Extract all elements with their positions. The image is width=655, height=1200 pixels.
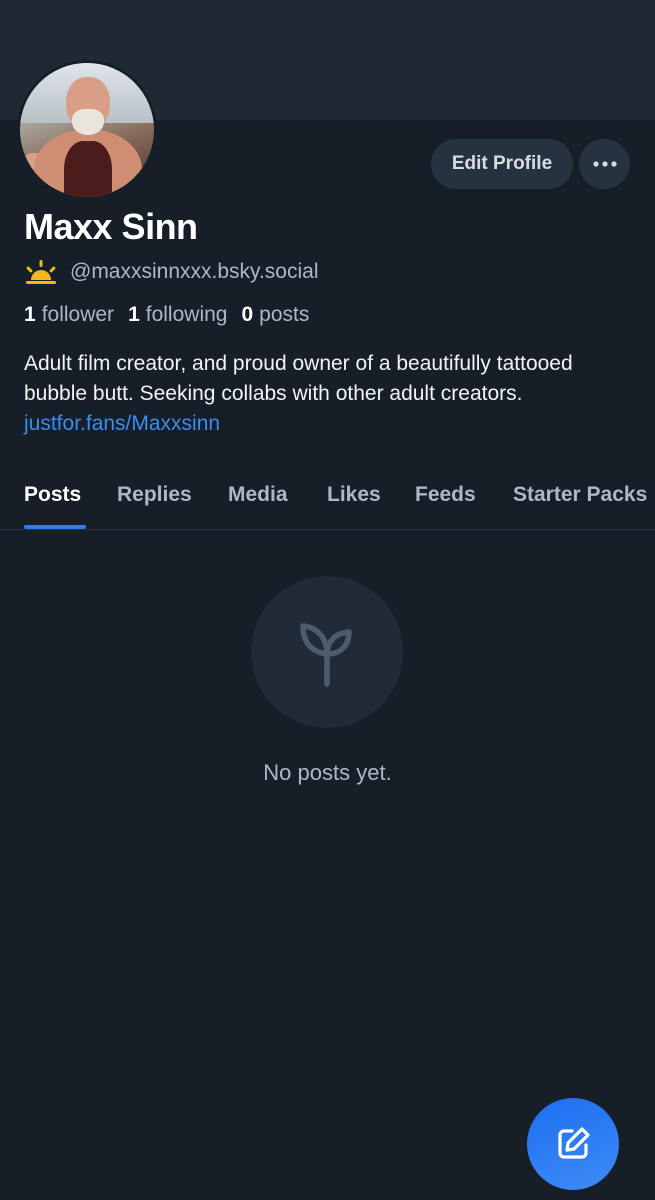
active-tab-indicator (24, 525, 86, 529)
tab-posts[interactable]: Posts (24, 483, 81, 507)
avatar[interactable] (17, 60, 157, 200)
posts-stat: 0 posts (241, 303, 310, 326)
tab-likes[interactable]: Likes (327, 483, 381, 507)
sunrise-emoji-icon (26, 260, 56, 284)
bio-text: Adult film creator, and proud owner of a… (24, 352, 573, 405)
compose-post-button[interactable] (527, 1098, 619, 1190)
ellipsis-icon (592, 161, 617, 167)
handle-text[interactable]: @maxxsinnxxx.bsky.social (70, 260, 319, 284)
compose-icon (558, 1127, 590, 1159)
profile-tabs: Posts Replies Media Likes Feeds Starter … (0, 467, 655, 530)
display-name: Maxx Sinn (24, 206, 198, 247)
profile-bio: Adult film creator, and proud owner of a… (24, 349, 634, 439)
more-options-button[interactable] (579, 139, 630, 189)
tab-feeds[interactable]: Feeds (415, 483, 476, 507)
profile-stats: 1 follower 1 following 0 posts (24, 303, 309, 327)
bio-link[interactable]: justfor.fans/Maxxsinn (24, 412, 220, 435)
empty-state-icon-circle (251, 576, 403, 728)
tab-starter-packs[interactable]: Starter Packs (513, 483, 647, 507)
edit-profile-button[interactable]: Edit Profile (431, 139, 573, 189)
sprout-icon (300, 623, 352, 687)
avatar-image (20, 63, 154, 197)
followers-stat[interactable]: 1 follower (24, 303, 114, 327)
handle-row: @maxxsinnxxx.bsky.social (24, 258, 319, 286)
tab-media[interactable]: Media (228, 483, 288, 507)
tab-replies[interactable]: Replies (117, 483, 192, 507)
following-stat[interactable]: 1 following (128, 303, 227, 327)
empty-state-message: No posts yet. (263, 760, 392, 785)
